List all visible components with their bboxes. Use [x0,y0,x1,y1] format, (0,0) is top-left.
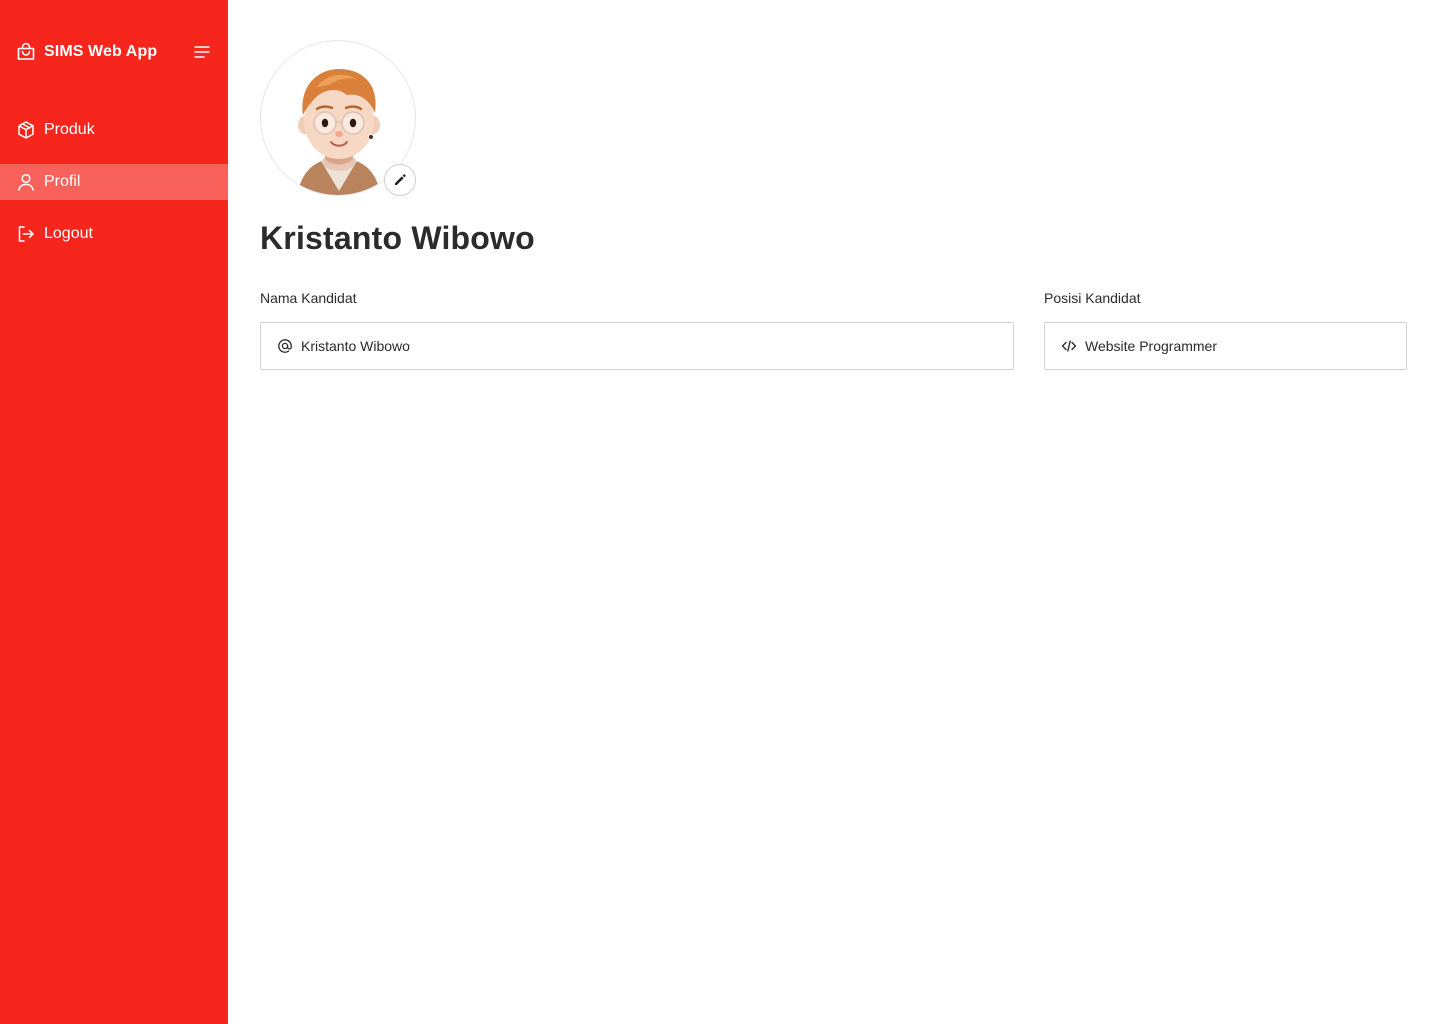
sidebar-item-produk[interactable]: Produk [0,112,228,148]
app-title: SIMS Web App [44,43,158,60]
name-field-label: Nama Kandidat [260,290,357,306]
position-field[interactable] [1044,322,1407,370]
sidebar-item-label: Profil [44,173,81,190]
sidebar-nav: Produk Profil Logout [0,112,228,268]
name-input[interactable] [301,323,1013,369]
sidebar-item-logout[interactable]: Logout [0,216,228,252]
profile-name: Kristanto Wibowo [260,220,535,256]
sidebar-item-label: Logout [44,225,93,242]
position-field-label: Posisi Kandidat [1044,290,1141,306]
app-root: SIMS Web App Produk Profil Logout Krista… [0,0,1440,1024]
code-icon [1061,338,1077,354]
position-input[interactable] [1085,323,1406,369]
hamburger-icon [194,46,210,58]
pencil-icon [395,174,406,185]
logout-icon [16,224,36,244]
avatar-container [260,40,416,196]
main-content: Kristanto Wibowo Nama Kandidat Posisi Ka… [228,0,1440,1024]
user-icon [16,172,36,192]
box-icon [16,120,36,140]
menu-toggle-button[interactable] [192,42,212,62]
sidebar-item-label: Produk [44,121,95,138]
sidebar: SIMS Web App Produk Profil Logout [0,0,228,1024]
brand: SIMS Web App [16,40,212,64]
shopping-bag-icon [16,42,36,62]
sidebar-item-profil[interactable]: Profil [0,164,228,200]
edit-avatar-button[interactable] [384,164,416,196]
name-field[interactable] [260,322,1014,370]
at-icon [277,338,293,354]
